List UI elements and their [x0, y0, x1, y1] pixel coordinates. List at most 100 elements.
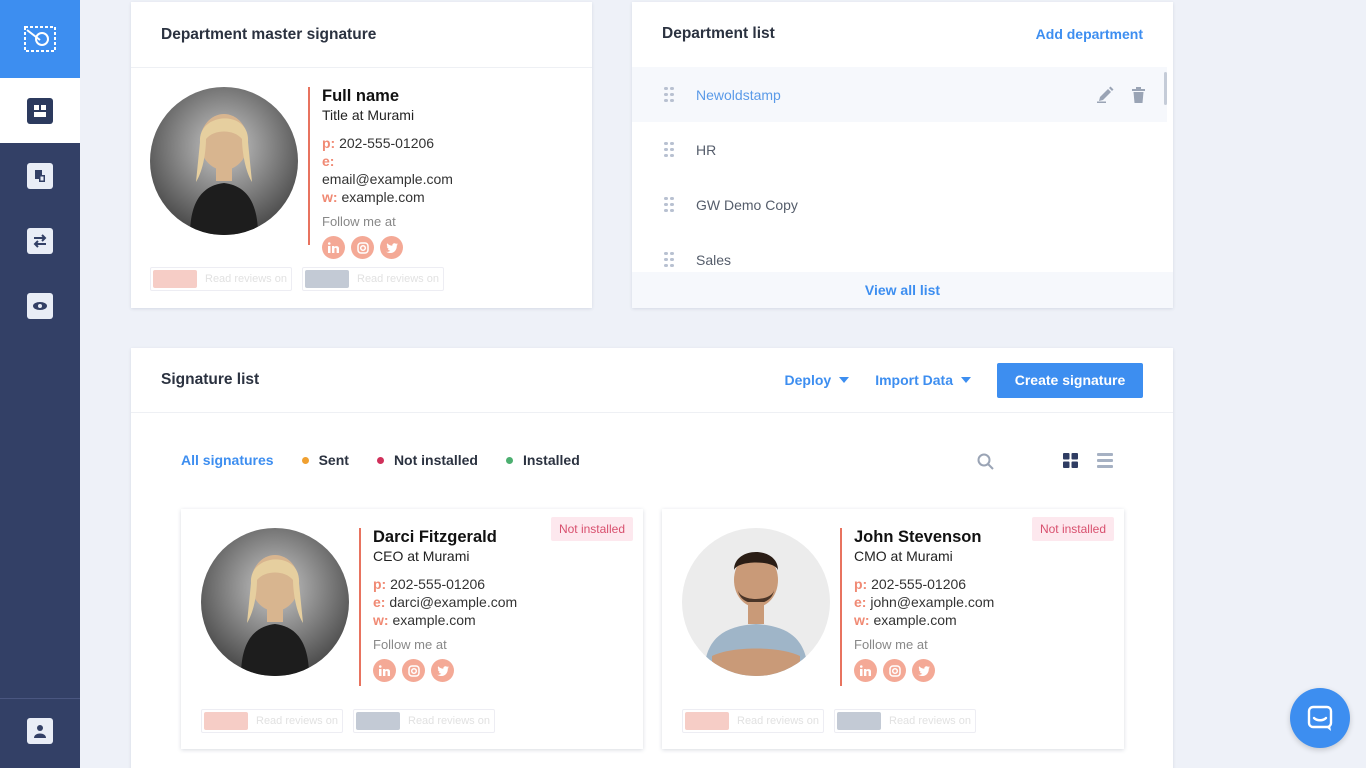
social-icons — [373, 659, 517, 682]
signature-email: e: email@example.com — [322, 153, 453, 187]
linkedin-icon — [322, 236, 345, 259]
department-name[interactable]: HR — [696, 142, 716, 158]
logo[interactable] — [0, 0, 80, 78]
department-item-gw-demo-copy[interactable]: GW Demo Copy — [632, 177, 1167, 232]
signature-email: e: john@example.com — [854, 594, 995, 610]
department-name[interactable]: Newoldstamp — [696, 87, 781, 103]
edit-icon[interactable] — [1097, 86, 1114, 103]
linkedin-icon — [854, 659, 877, 682]
signature-name: Darci Fitzgerald — [373, 528, 497, 546]
user-icon — [34, 725, 46, 738]
import-data-dropdown[interactable]: Import Data — [875, 372, 971, 388]
department-list-header: Department list Add department — [632, 2, 1173, 66]
department-list-title: Department list — [662, 25, 775, 42]
signature-phone: p: 202-555-01206 — [854, 576, 967, 592]
chevron-down-icon — [961, 377, 971, 383]
dashboard-icon — [27, 98, 53, 124]
instagram-icon — [351, 236, 374, 259]
signature-name: Full name — [322, 87, 400, 105]
add-department-link[interactable]: Add department — [1036, 26, 1143, 42]
create-signature-button[interactable]: Create signature — [997, 362, 1143, 398]
review-badge: Read reviews on — [834, 709, 976, 733]
department-item-hr[interactable]: HR — [632, 122, 1167, 177]
review-badge: Read reviews on — [353, 709, 495, 733]
drag-handle-icon[interactable] — [664, 196, 674, 213]
status-dot — [505, 456, 513, 464]
status-dot — [301, 456, 309, 464]
department-list-card: Department list Add department Newoldsta… — [632, 2, 1173, 308]
signature-info: Full name Title at Murami p: 202-555-012… — [308, 87, 453, 259]
chevron-down-icon — [839, 377, 850, 383]
department-list-scrollbar[interactable] — [1164, 72, 1167, 105]
filter-installed[interactable]: Installed — [505, 452, 580, 468]
chat-button[interactable] — [1290, 688, 1350, 748]
avatar — [682, 528, 830, 676]
status-dot — [376, 456, 384, 464]
signature-card-john-stevenson[interactable]: Not installed John Stevenson CMO at Mura… — [662, 509, 1124, 749]
signature-phone: p: 202-555-01206 — [322, 135, 435, 151]
sidebar-item-campaign[interactable] — [27, 293, 53, 319]
signature-list-header: Signature list Deploy Import Data Create… — [131, 348, 1173, 413]
review-badge: Read reviews on — [682, 709, 824, 733]
list-view-icon[interactable] — [1097, 453, 1113, 468]
filter-not-installed[interactable]: Not installed — [376, 452, 478, 468]
signature-info: Darci Fitzgerald CEO at Murami p: 202-55… — [359, 528, 517, 686]
department-name[interactable]: Sales — [696, 252, 731, 268]
sidebar-item-transfer[interactable] — [27, 228, 53, 254]
social-icons — [854, 659, 994, 682]
signature-phone: p: 202-555-01206 — [373, 576, 486, 592]
master-signature-card: Department master signature Full name Ti… — [131, 2, 592, 308]
sidebar-divider — [0, 698, 80, 699]
sidebar-item-dashboard[interactable] — [0, 78, 80, 143]
signature-follow-text: Follow me at — [322, 214, 396, 229]
signature-website: w: example.com — [322, 189, 425, 205]
sidebar-item-signatures[interactable] — [27, 163, 53, 189]
twitter-icon — [431, 659, 454, 682]
deploy-dropdown[interactable]: Deploy — [785, 372, 850, 388]
filter-all-signatures[interactable]: All signatures — [181, 452, 274, 468]
master-signature-title: Department master signature — [161, 25, 377, 43]
signature-filters: All signatures Sent Not installed Instal… — [181, 452, 608, 468]
instagram-icon — [402, 659, 425, 682]
trash-icon[interactable] — [1132, 86, 1145, 103]
drag-handle-icon[interactable] — [664, 251, 674, 268]
campaign-icon — [33, 302, 47, 310]
social-icons — [322, 236, 453, 259]
view-all-list-link[interactable]: View all list — [632, 272, 1173, 308]
signature-title: Title at Murami — [322, 107, 415, 123]
review-badge: Read reviews on — [201, 709, 343, 733]
signature-website: w: example.com — [854, 612, 957, 628]
master-signature-header: Department master signature — [131, 2, 592, 68]
department-name[interactable]: GW Demo Copy — [696, 197, 798, 213]
envelope-stamp-icon — [24, 26, 56, 52]
signature-email: e: darci@example.com — [373, 594, 518, 610]
signatures-icon — [35, 170, 45, 182]
review-badges: Read reviews on Read reviews on — [201, 709, 495, 735]
review-badges: Read reviews on Read reviews on — [150, 267, 444, 293]
review-badge: Read reviews on — [150, 267, 292, 291]
signature-card-darci-fitzgerald[interactable]: Not installed Darci Fitzgerald CEO at Mu… — [181, 509, 643, 749]
drag-handle-icon[interactable] — [664, 86, 674, 103]
sidebar-item-profile[interactable] — [27, 718, 53, 744]
chat-icon — [1307, 705, 1333, 731]
signature-name: John Stevenson — [854, 528, 982, 546]
signature-list-card: Signature list Deploy Import Data Create… — [131, 348, 1173, 768]
avatar — [150, 87, 298, 235]
review-badge: Read reviews on — [302, 267, 444, 291]
review-badges: Read reviews on Read reviews on — [682, 709, 976, 735]
transfer-icon — [33, 234, 47, 248]
search-icon[interactable] — [977, 453, 994, 470]
signature-website: w: example.com — [373, 612, 476, 628]
status-badge: Not installed — [550, 517, 633, 541]
instagram-icon — [883, 659, 906, 682]
linkedin-icon — [373, 659, 396, 682]
department-item-newoldstamp[interactable]: Newoldstamp — [632, 67, 1167, 122]
filter-sent[interactable]: Sent — [301, 452, 349, 468]
signature-follow-text: Follow me at — [373, 637, 447, 652]
drag-handle-icon[interactable] — [664, 141, 674, 158]
avatar — [201, 528, 349, 676]
grid-view-icon[interactable] — [1063, 453, 1078, 468]
signature-list-title: Signature list — [161, 371, 260, 388]
twitter-icon — [380, 236, 403, 259]
status-badge: Not installed — [1031, 517, 1114, 541]
